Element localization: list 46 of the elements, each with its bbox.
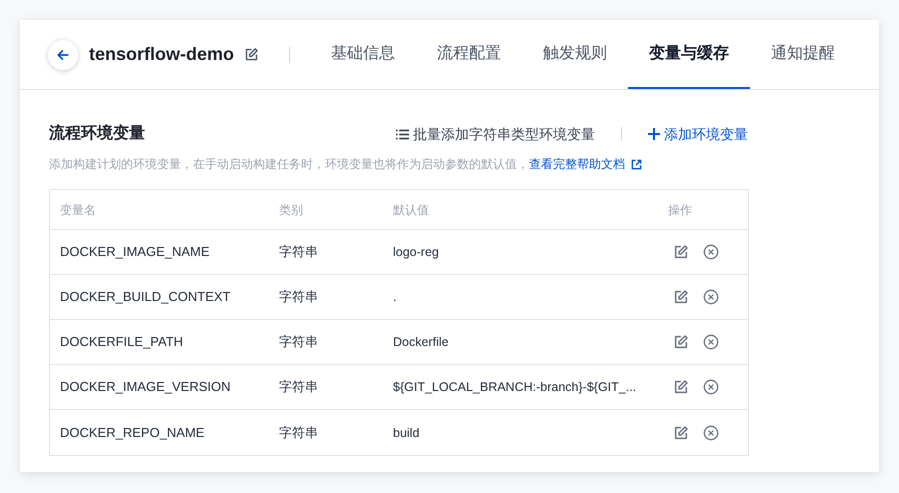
table-cell: DOCKER_REPO_NAME	[60, 424, 204, 440]
delete-icon[interactable]	[703, 334, 719, 350]
back-arrow-icon	[56, 48, 70, 62]
table-cell: build	[393, 426, 420, 440]
table-cell: 字符串	[279, 289, 318, 304]
table-cell: Dockerfile	[393, 335, 449, 350]
tab[interactable]: 变量与缓存	[628, 20, 750, 89]
delete-icon[interactable]	[703, 244, 719, 260]
delete-icon[interactable]	[703, 289, 719, 305]
plus-icon	[648, 128, 660, 140]
table-cell: 字符串	[279, 244, 318, 260]
section-title: 流程环境变量	[49, 123, 145, 144]
batch-add-button[interactable]: 批量添加字符串类型环境变量	[396, 124, 595, 144]
edit-icon[interactable]	[244, 47, 260, 62]
back-button[interactable]	[48, 40, 78, 70]
tab[interactable]: 流程配置	[416, 20, 522, 89]
column-header: 变量名	[60, 202, 96, 217]
table-cell: 字符串	[279, 334, 318, 350]
edit-icon[interactable]	[673, 289, 689, 305]
column-header: 类别	[279, 202, 303, 217]
table-cell: DOCKERFILE_PATH	[60, 334, 184, 350]
section-description: 添加构建计划的环境变量，在手动启动构建任务时，环境变量也将作为启动参数的默认值，	[49, 156, 529, 173]
help-link[interactable]: 查看完整帮助文档	[529, 155, 625, 173]
pipeline-title: tensorflow-demo	[89, 43, 234, 66]
table-cell: logo-reg	[393, 245, 439, 260]
table-cell: DOCKER_IMAGE_NAME	[60, 244, 210, 260]
edit-icon[interactable]	[673, 244, 689, 260]
edit-icon[interactable]	[673, 379, 689, 395]
tab[interactable]: 触发规则	[522, 20, 628, 89]
external-link-icon[interactable]	[631, 158, 642, 170]
delete-icon[interactable]	[703, 424, 719, 440]
table-cell: DOCKER_BUILD_CONTEXT	[60, 289, 230, 304]
table-cell: DOCKER_IMAGE_VERSION	[60, 379, 230, 394]
edit-icon[interactable]	[673, 334, 689, 350]
table-cell: .	[393, 290, 396, 304]
table-cell: 字符串	[279, 379, 318, 394]
tab[interactable]: 基础信息	[310, 20, 416, 89]
column-header: 默认值	[393, 202, 429, 217]
edit-icon[interactable]	[673, 424, 689, 440]
add-variable-button[interactable]: 添加环境变量	[648, 124, 748, 144]
table-cell: ${GIT_LOCAL_BRANCH:-branch}-${GIT_...	[393, 380, 636, 394]
list-icon	[396, 128, 409, 140]
tab[interactable]: 通知提醒	[750, 20, 856, 89]
column-header: 操作	[668, 202, 692, 217]
delete-icon[interactable]	[703, 379, 719, 395]
table-cell: 字符串	[279, 424, 318, 440]
